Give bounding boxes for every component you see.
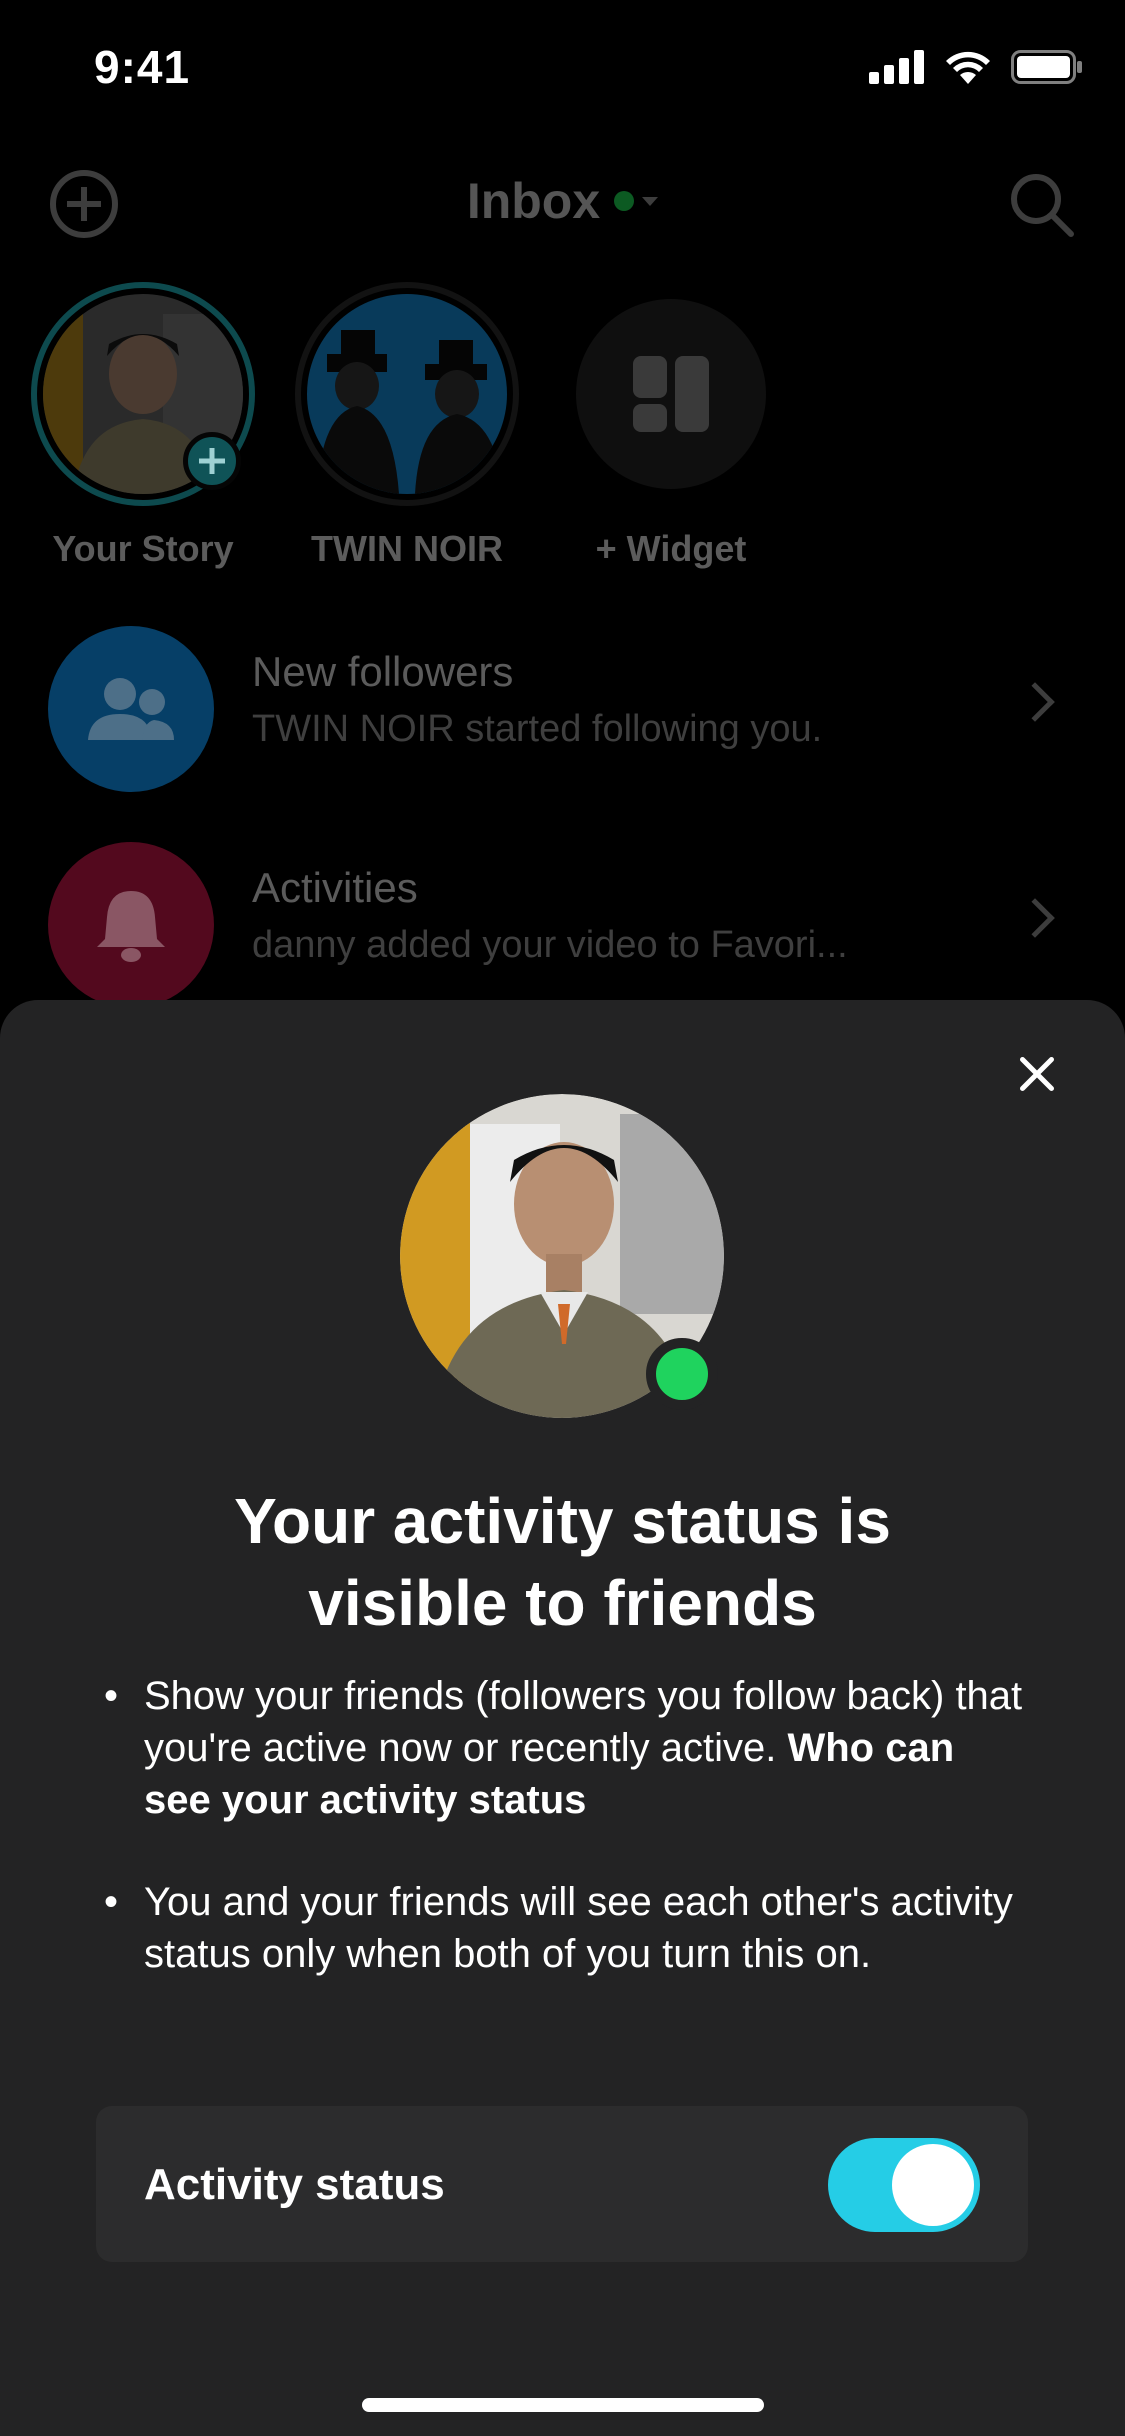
notification-new-followers[interactable]: New followers TWIN NOIR started followin… (0, 626, 1125, 796)
inbox-header: Inbox (0, 150, 1125, 246)
page-title[interactable]: Inbox (467, 172, 600, 230)
notification-subtitle: danny added your video to Favori... (252, 924, 848, 966)
bell-icon (97, 891, 165, 962)
story-your-story[interactable]: Your Story (28, 282, 258, 570)
followers-icon (88, 678, 174, 740)
chevron-right-icon (1015, 898, 1055, 938)
notification-subtitle: TWIN NOIR started following you. (252, 708, 823, 750)
list-item: Show your friends (followers you follow … (100, 1670, 1030, 1826)
notification-activities[interactable]: Activities danny added your video to Fav… (0, 842, 1125, 1012)
story-add-widget[interactable]: + Widget (556, 282, 786, 570)
chevron-down-icon (642, 196, 659, 206)
setting-label: Activity status (144, 2160, 445, 2209)
home-indicator[interactable] (362, 2398, 764, 2412)
sheet-title: Your activity status is visible to frien… (234, 1485, 891, 1639)
story-label: TWIN NOIR (311, 528, 503, 569)
profile-avatar (400, 1094, 724, 1418)
notification-title: New followers (252, 648, 514, 695)
toggle-knob (892, 2144, 974, 2226)
online-status-icon (614, 191, 635, 211)
inbox-screen: Inbox Your Story TWIN NOIR + Widget New … (0, 0, 1125, 1010)
list-item: You and your friends will see each other… (100, 1876, 1030, 1980)
close-button[interactable] (1007, 1044, 1067, 1104)
add-story-icon[interactable] (183, 432, 241, 490)
activity-status-toggle[interactable] (828, 2138, 980, 2232)
avatar (307, 294, 507, 494)
story-twin-noir[interactable]: TWIN NOIR (292, 282, 522, 570)
activity-status-sheet: Your activity status is visible to frien… (0, 1000, 1125, 2436)
story-label: Your Story (52, 528, 234, 569)
search-icon[interactable] (1005, 168, 1077, 240)
activity-status-setting: Activity status (96, 2106, 1028, 2262)
stories-row: Your Story TWIN NOIR + Widget (0, 282, 1125, 582)
online-status-indicator (646, 1338, 718, 1410)
notification-title: Activities (252, 864, 418, 911)
chevron-right-icon (1015, 682, 1055, 722)
story-label: + Widget (595, 528, 747, 569)
info-list: Show your friends (followers you follow … (100, 1670, 1030, 2030)
widget-icon (633, 356, 709, 432)
